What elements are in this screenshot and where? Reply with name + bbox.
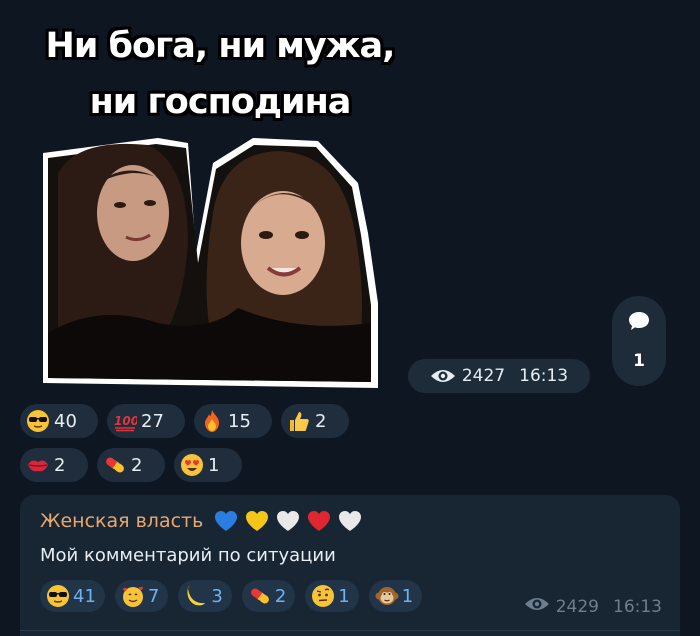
reaction-count: 2 (315, 410, 327, 432)
sticker-photo (43, 138, 378, 388)
reaction-count: 40 (54, 410, 77, 432)
comment-reaction-banana[interactable]: 3 (178, 580, 232, 612)
post-time: 16:13 (519, 366, 569, 386)
reaction-count: 2 (54, 454, 66, 476)
white-heart-icon (339, 511, 362, 531)
comments-button[interactable]: 1 (612, 296, 666, 386)
thumbs-up-icon (287, 409, 311, 433)
reaction-count: 27 (141, 410, 164, 432)
svg-text:100: 100 (114, 414, 137, 428)
comment-reaction-pill[interactable]: 2 (241, 580, 296, 612)
comment-meta: 2429 16:13 (524, 596, 662, 617)
reaction-count: 2 (274, 585, 287, 607)
comment-author-name[interactable]: Женская власть (40, 510, 203, 532)
banana-icon (184, 584, 208, 608)
post-reactions-row-2: 2 2 1 (20, 448, 242, 482)
comment-reaction-smiling-hearts[interactable]: 7 (114, 580, 169, 612)
sunglasses-face-icon (46, 584, 70, 608)
comment-reaction-monkey[interactable]: 1 (368, 580, 423, 612)
sticker-title: Ни бога, ни мужа, ни господина (20, 18, 420, 130)
reaction-heart-eyes[interactable]: 1 (174, 448, 242, 482)
fire-icon (200, 409, 224, 433)
blue-heart-icon (215, 511, 238, 531)
pill-icon (103, 453, 127, 477)
author-hearts (213, 509, 363, 533)
raised-eyebrow-face-icon (311, 584, 335, 608)
comment-reaction-sunglasses[interactable]: 41 (40, 580, 105, 612)
reaction-count: 1 (401, 585, 414, 607)
reaction-count: 15 (228, 410, 251, 432)
yellow-heart-icon (246, 511, 269, 531)
sticker-title-line-2: ни господина (89, 82, 352, 122)
sticker-title-line-1: Ни бога, ни мужа, (45, 26, 396, 66)
comment-bubble-icon (628, 311, 650, 335)
reaction-sunglasses[interactable]: 40 (20, 404, 98, 438)
comment-text: Мой комментарий по ситуации (40, 545, 336, 566)
reaction-hundred[interactable]: 100 27 (107, 404, 185, 438)
reaction-count: 1 (338, 585, 350, 607)
comment-reactions: 41 7 3 2 1 1 (40, 580, 423, 612)
pill-icon (248, 584, 272, 608)
reaction-fire[interactable]: 15 (194, 404, 272, 438)
white-heart-icon (277, 511, 300, 531)
reaction-count: 2 (131, 454, 143, 476)
sunglasses-face-icon (26, 409, 50, 433)
post-reactions-row-1: 40 100 27 15 2 (20, 404, 349, 438)
reaction-count: 3 (211, 585, 223, 607)
comment-reaction-raised-eyebrow[interactable]: 1 (305, 580, 359, 612)
comment-time: 16:13 (613, 596, 662, 617)
comment-author: Женская власть (40, 509, 363, 533)
comment-views: 2429 (555, 596, 599, 617)
hundred-points-icon: 100 (113, 409, 137, 433)
reaction-kiss[interactable]: 2 (20, 448, 88, 482)
post-meta: 2427 16:13 (408, 359, 590, 393)
eye-icon (430, 368, 456, 384)
monkey-face-icon (375, 584, 399, 608)
post-views: 2427 (461, 366, 506, 386)
reaction-count: 7 (147, 585, 160, 607)
kiss-lips-icon (26, 453, 50, 477)
heart-eyes-face-icon (180, 453, 204, 477)
comment-card[interactable]: Женская власть Мой комментарий по ситуац… (20, 495, 680, 636)
red-heart-icon (308, 511, 331, 531)
comments-count: 1 (633, 351, 645, 371)
reaction-count: 41 (73, 585, 96, 607)
eye-icon (524, 596, 550, 617)
smiling-face-with-hearts-icon (121, 584, 145, 608)
reaction-pill[interactable]: 2 (97, 448, 165, 482)
reaction-count: 1 (208, 454, 220, 476)
reaction-thumbs-up[interactable]: 2 (281, 404, 349, 438)
divider (20, 630, 680, 631)
